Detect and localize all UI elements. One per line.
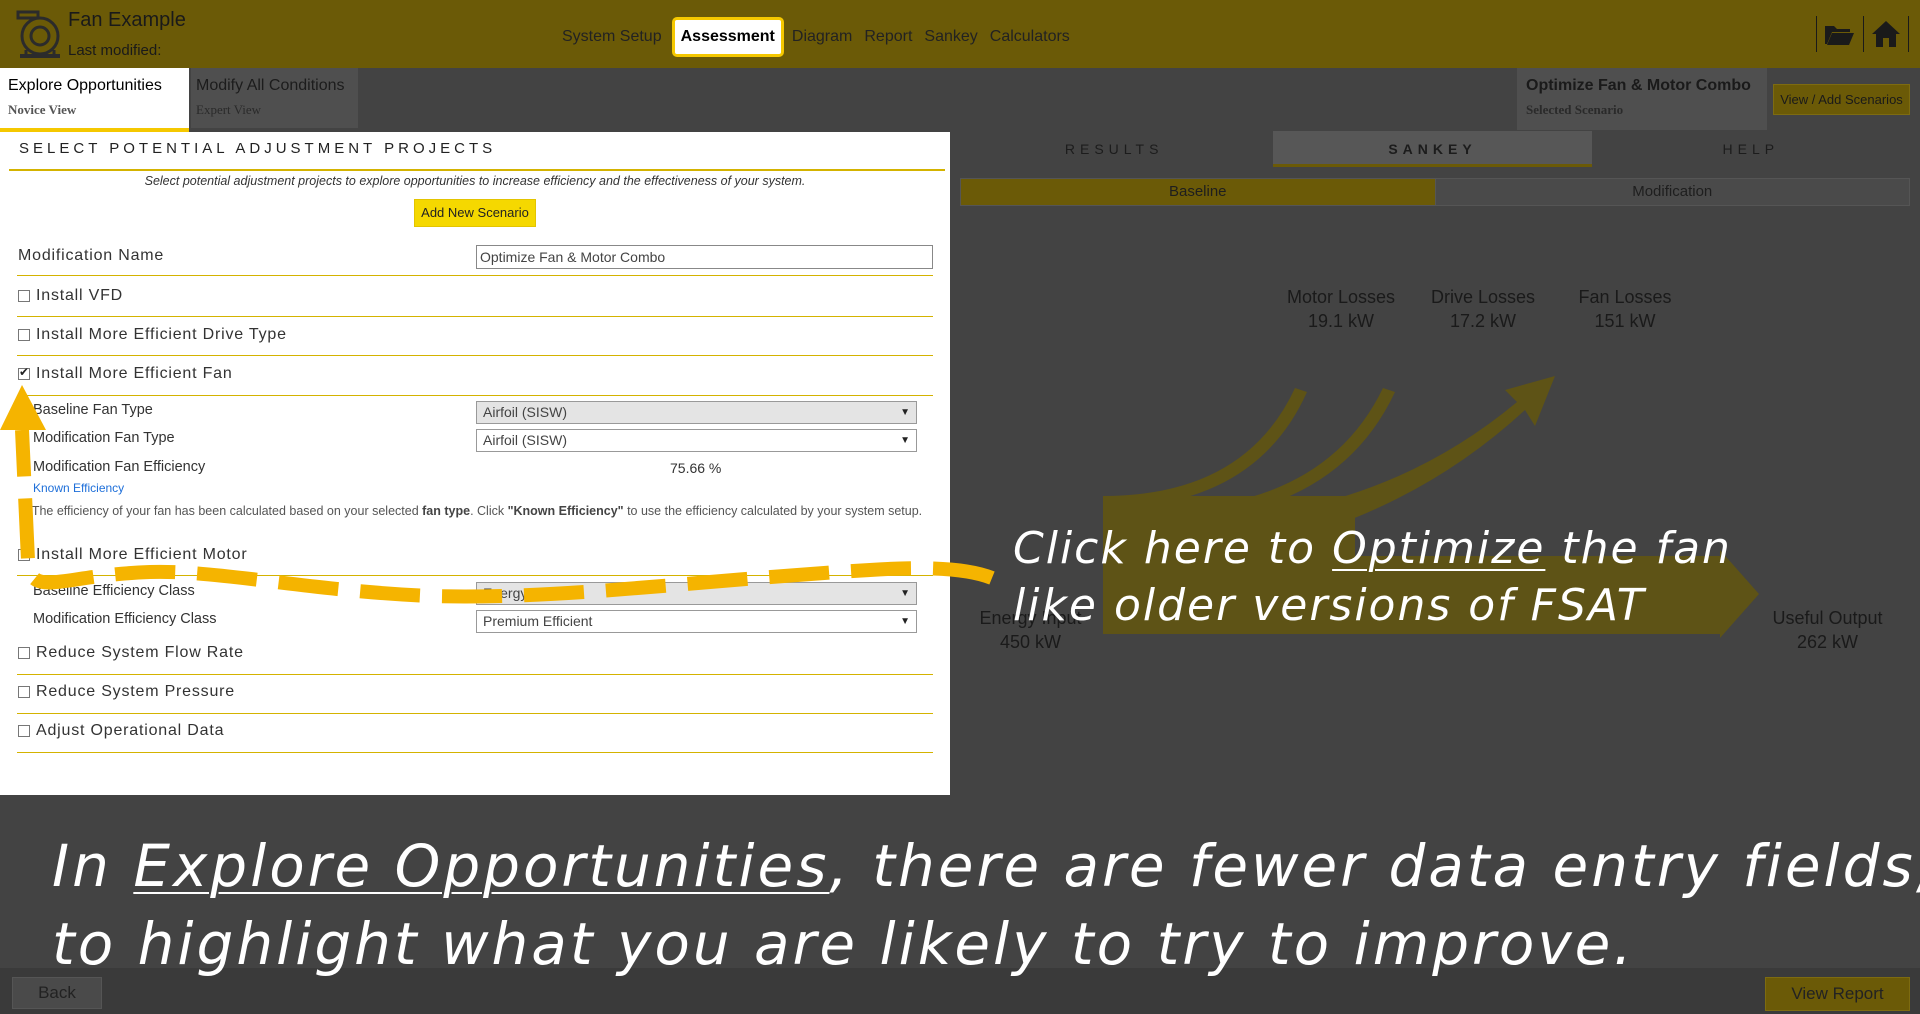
operational-data-label[interactable]: Adjust Operational Data [36,722,224,740]
efficient-motor-checkbox[interactable] [18,549,30,561]
tab-subtitle: Expert View [196,102,262,117]
header-divider [1863,16,1864,52]
install-vfd-checkbox[interactable] [18,290,30,302]
nav-assessment[interactable]: Assessment [671,17,784,57]
caret-down-icon: ▼ [900,588,910,599]
caret-down-icon: ▼ [900,435,910,446]
mod-fan-efficiency-value: 75.66 % [670,460,722,476]
operational-data-checkbox[interactable] [18,725,30,737]
mod-efficiency-class-label: Modification Efficiency Class [33,611,217,627]
view-add-scenarios-button[interactable]: View / Add Scenarios [1773,84,1910,115]
app-title: Fan Example [68,9,186,31]
modification-name-input[interactable]: Optimize Fan & Motor Combo [476,245,933,269]
baseline-efficiency-class-select: Energy Efficient ▼ [476,582,917,605]
header-divider [1908,16,1909,52]
flow-rate-label[interactable]: Reduce System Flow Rate [36,644,244,662]
annotation-optimize-line2: like older versions of FSAT [1013,580,1646,631]
baseline-modification-toggle: Baseline Modification [960,178,1910,206]
mod-fan-efficiency-label: Modification Fan Efficiency [33,459,206,475]
tab-results[interactable]: RESULTS [955,131,1273,167]
folder-open-icon[interactable] [1823,18,1855,50]
sankey-useful-output: Useful Output 262 kW [1772,608,1883,652]
project-row-flow-rate: Reduce System Flow Rate [17,641,933,675]
view-report-button[interactable]: View Report [1765,977,1910,1011]
scenario-caption: Selected Scenario [1526,102,1624,117]
project-row-system-pressure: Reduce System Pressure [17,680,933,714]
baseline-efficiency-class-label: Baseline Efficiency Class [33,583,195,599]
modification-name-label: Modification Name [18,247,165,264]
selected-scenario: Optimize Fan & Motor Combo Selected Scen… [1517,68,1767,130]
project-row-drive-type: Install More Efficient Drive Type [17,323,933,356]
known-efficiency-link[interactable]: Known Efficiency [33,481,124,495]
header-divider [1816,16,1817,52]
mod-fan-type-label: Modification Fan Type [33,430,175,446]
app-header: Fan Example Last modified: System Setup … [0,0,1920,68]
annotation-explore-line1: In Explore Opportunities, there are fewe… [52,832,1920,900]
sankey-fan-losses: Fan Losses 151 kW [1578,287,1672,331]
scenario-name: Optimize Fan & Motor Combo [1526,77,1751,94]
install-vfd-label[interactable]: Install VFD [36,287,123,305]
fan-efficiency-note: The efficiency of your fan has been calc… [31,504,923,518]
panel-description: Select potential adjustment projects to … [144,174,806,188]
nav-system-setup[interactable]: System Setup [557,25,667,49]
mod-fan-type-select[interactable]: Airfoil (SISW) ▼ [476,429,917,452]
sankey-motor-losses: Motor Losses 19.1 kW [1286,287,1396,331]
nav-calculators[interactable]: Calculators [985,25,1075,49]
mod-efficiency-class-select[interactable]: Premium Efficient ▼ [476,610,917,633]
project-row-operational-data: Adjust Operational Data [17,719,933,753]
add-new-scenario-button[interactable]: Add New Scenario [414,199,536,227]
efficient-fan-checkbox[interactable] [18,365,30,380]
caret-down-icon: ▼ [900,616,910,627]
flow-rate-checkbox[interactable] [18,647,30,659]
modification-toggle-button[interactable]: Modification [1434,179,1909,205]
fan-logo-icon [16,10,60,58]
baseline-toggle-button[interactable]: Baseline [961,179,1435,205]
drive-type-label[interactable]: Install More Efficient Drive Type [36,326,287,344]
panel-heading: SELECT POTENTIAL ADJUSTMENT PROJECTS [9,140,945,171]
system-pressure-checkbox[interactable] [18,686,30,698]
baseline-fan-type-select: Airfoil (SISW) ▼ [476,401,917,424]
tab-sankey[interactable]: SANKEY [1273,131,1592,167]
tab-explore-opportunities[interactable]: Explore Opportunities Novice View [0,68,189,132]
annotation-explore-line2: to highlight what you are likely to try … [52,910,1635,978]
last-modified: Last modified: [68,42,162,59]
efficient-fan-label[interactable]: Install More Efficient Fan [36,365,233,383]
project-row-install-vfd: Install VFD [17,284,933,317]
tab-subtitle: Novice View [8,102,77,117]
nav-diagram[interactable]: Diagram [787,25,857,49]
nav-report[interactable]: Report [859,25,917,49]
results-tabs: RESULTS SANKEY HELP [955,131,1910,167]
nav-sankey[interactable]: Sankey [919,25,982,49]
drive-type-checkbox[interactable] [18,329,30,341]
project-row-efficient-motor: Install More Efficient Motor [17,543,933,576]
home-icon[interactable] [1870,18,1902,50]
tab-title: Explore Opportunities [8,77,162,94]
caret-down-icon: ▼ [900,407,910,418]
tab-help[interactable]: HELP [1592,131,1910,167]
project-row-efficient-fan: Install More Efficient Fan [17,362,933,396]
efficient-motor-label[interactable]: Install More Efficient Motor [36,546,248,564]
top-nav: System Setup Assessment Diagram Report S… [557,17,1077,57]
system-pressure-label[interactable]: Reduce System Pressure [36,683,235,701]
sankey-drive-losses: Drive Losses 17.2 kW [1430,287,1536,331]
baseline-fan-type-label: Baseline Fan Type [33,402,153,418]
back-button[interactable]: Back [12,977,102,1009]
tab-modify-all-conditions[interactable]: Modify All Conditions Expert View [191,68,358,128]
tab-title: Modify All Conditions [196,77,345,94]
annotation-optimize-line1: Click here to Optimize the fan [1013,523,1732,574]
